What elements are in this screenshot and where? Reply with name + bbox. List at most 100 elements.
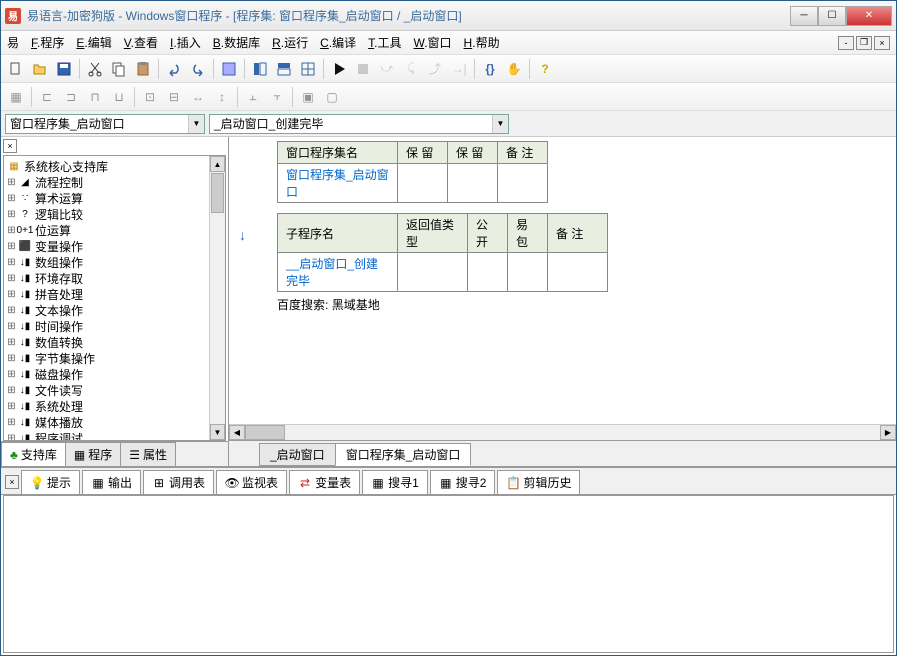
subproc-link[interactable]: __启动窗口_创建完毕 — [278, 253, 398, 292]
tab-properties[interactable]: ☰属性 — [120, 442, 176, 466]
grid-icon[interactable]: ▦ — [5, 86, 27, 108]
tab-calltable[interactable]: ⊞调用表 — [143, 470, 214, 494]
minimize-button[interactable]: ─ — [790, 6, 818, 26]
bottom-close-button[interactable]: × — [5, 475, 19, 489]
step-into-icon[interactable]: ⤹ — [400, 58, 422, 80]
tab-program[interactable]: ▦程序 — [65, 442, 121, 466]
sidebar-close-button[interactable]: × — [3, 139, 17, 153]
help-icon[interactable]: ? — [534, 58, 556, 80]
tree-scrollbar[interactable]: ▲ ▼ — [209, 156, 225, 440]
tab-watch[interactable]: 👁监视表 — [216, 470, 287, 494]
undo-icon[interactable] — [163, 58, 185, 80]
align-bottom-icon[interactable]: ⊔ — [108, 86, 130, 108]
tab-search2[interactable]: ▦搜寻2 — [430, 470, 496, 494]
step-over-icon[interactable]: ⤻ — [376, 58, 398, 80]
table-row[interactable]: 窗口程序集_启动窗口 — [278, 164, 548, 203]
editor-tab-procset[interactable]: 窗口程序集_启动窗口 — [335, 443, 472, 466]
tree-item[interactable]: ⊞↓▮拼音处理 — [6, 286, 207, 302]
tab-vartable[interactable]: ⇄变量表 — [289, 470, 360, 494]
menu-tools[interactable]: T.工具 — [362, 32, 407, 53]
editor-hscrollbar[interactable]: ◀ ▶ — [229, 424, 896, 440]
tab-hint[interactable]: 💡提示 — [21, 470, 80, 494]
copy-icon[interactable] — [108, 58, 130, 80]
menu-compile[interactable]: C.编译 — [314, 32, 362, 53]
library-tree[interactable]: ▦系统核心支持库 ⊞◢流程控制⊞∵算术运算⊞?逻辑比较⊞0+1位运算⊞⬛变量操作… — [4, 156, 209, 440]
tree-item[interactable]: ⊞↓▮字节集操作 — [6, 350, 207, 366]
maximize-button[interactable]: ☐ — [818, 6, 846, 26]
tree-item[interactable]: ⊞↓▮时间操作 — [6, 318, 207, 334]
same-height-icon[interactable]: ↕ — [211, 86, 233, 108]
tree-item[interactable]: ⊞↓▮数值转换 — [6, 334, 207, 350]
tree-item[interactable]: ⊞↓▮数组操作 — [6, 254, 207, 270]
mdi-close-button[interactable]: × — [874, 36, 890, 50]
editor-text-line[interactable]: 百度搜索: 黑域基地 — [277, 296, 888, 313]
align-top-icon[interactable]: ⊓ — [84, 86, 106, 108]
mdi-restore-button[interactable]: ❐ — [856, 36, 872, 50]
mdi-minimize-button[interactable]: - — [838, 36, 854, 50]
tree-item[interactable]: ⊞0+1位运算 — [6, 222, 207, 238]
tree-item[interactable]: ⊞◢流程控制 — [6, 174, 207, 190]
menu-help[interactable]: H.帮助 — [458, 32, 506, 53]
run-icon[interactable] — [328, 58, 350, 80]
sub-combo[interactable]: _启动窗口_创建完毕 ▼ — [209, 114, 509, 134]
layout2-icon[interactable] — [273, 58, 295, 80]
scroll-down-icon[interactable]: ▼ — [210, 424, 225, 440]
menu-window[interactable]: W.窗口 — [408, 32, 458, 53]
space-h-icon[interactable]: ⫠ — [242, 86, 264, 108]
tree-item[interactable]: ⊞↓▮程序调试 — [6, 430, 207, 440]
stop-icon[interactable] — [352, 58, 374, 80]
tree-item[interactable]: ⊞↓▮文本操作 — [6, 302, 207, 318]
dropdown-arrow-icon[interactable]: ▼ — [492, 115, 508, 133]
editor-tab-startwindow[interactable]: _启动窗口 — [259, 443, 336, 466]
table-row[interactable]: __启动窗口_创建完毕 — [278, 253, 608, 292]
tree-item[interactable]: ⊞⬛变量操作 — [6, 238, 207, 254]
align-left-icon[interactable]: ⊏ — [36, 86, 58, 108]
bottom-content[interactable] — [3, 495, 894, 653]
tree-item[interactable]: ⊞↓▮环境存取 — [6, 270, 207, 286]
tree-item[interactable]: ⊞↓▮系统处理 — [6, 398, 207, 414]
braces-icon[interactable]: {} — [479, 58, 501, 80]
run-to-cursor-icon[interactable]: →| — [448, 58, 470, 80]
hscroll-thumb[interactable] — [245, 425, 285, 440]
tab-output[interactable]: ▦输出 — [82, 470, 141, 494]
form-design-icon[interactable] — [218, 58, 240, 80]
tree-item[interactable]: ⊞↓▮文件读写 — [6, 382, 207, 398]
menu-view[interactable]: V.查看 — [118, 32, 164, 53]
menu-run[interactable]: R.运行 — [266, 32, 314, 53]
tree-item[interactable]: ⊞↓▮媒体播放 — [6, 414, 207, 430]
redo-icon[interactable] — [187, 58, 209, 80]
hscroll-right-icon[interactable]: ▶ — [880, 425, 896, 440]
menu-edit[interactable]: E.编辑 — [70, 32, 117, 53]
align-right-icon[interactable]: ⊐ — [60, 86, 82, 108]
tab-support-lib[interactable]: ♣支持库 — [1, 442, 66, 466]
save-icon[interactable] — [53, 58, 75, 80]
open-file-icon[interactable] — [29, 58, 51, 80]
paste-icon[interactable] — [132, 58, 154, 80]
step-out-icon[interactable]: ⤴ — [424, 58, 446, 80]
tree-item[interactable]: ⊞↓▮磁盘操作 — [6, 366, 207, 382]
layout1-icon[interactable] — [249, 58, 271, 80]
hand-icon[interactable]: ✋ — [503, 58, 525, 80]
procset-link[interactable]: 窗口程序集_启动窗口 — [278, 164, 398, 203]
cut-icon[interactable] — [84, 58, 106, 80]
editor-content[interactable]: ↓ 窗口程序集名 保 留 保 留 备 注 窗口程序集_启动窗口 子程序名 返回值… — [229, 137, 896, 424]
tree-root[interactable]: ▦系统核心支持库 — [6, 158, 207, 174]
menu-database[interactable]: B.数据库 — [207, 32, 266, 53]
bring-front-icon[interactable]: ▣ — [297, 86, 319, 108]
close-button[interactable]: ✕ — [846, 6, 892, 26]
scroll-up-icon[interactable]: ▲ — [210, 156, 225, 172]
menu-insert[interactable]: I.插入 — [164, 32, 207, 53]
tab-cliphistory[interactable]: 📋剪辑历史 — [497, 470, 580, 494]
new-file-icon[interactable] — [5, 58, 27, 80]
layout3-icon[interactable] — [297, 58, 319, 80]
center-v-icon[interactable]: ⊟ — [163, 86, 185, 108]
same-width-icon[interactable]: ↔ — [187, 86, 209, 108]
center-h-icon[interactable]: ⊡ — [139, 86, 161, 108]
menu-program[interactable]: F.程序 — [25, 32, 70, 53]
space-v-icon[interactable]: ⫟ — [266, 86, 288, 108]
scroll-thumb[interactable] — [211, 173, 224, 213]
dropdown-arrow-icon[interactable]: ▼ — [188, 115, 204, 133]
send-back-icon[interactable]: ▢ — [321, 86, 343, 108]
tree-item[interactable]: ⊞∵算术运算 — [6, 190, 207, 206]
tree-item[interactable]: ⊞?逻辑比较 — [6, 206, 207, 222]
